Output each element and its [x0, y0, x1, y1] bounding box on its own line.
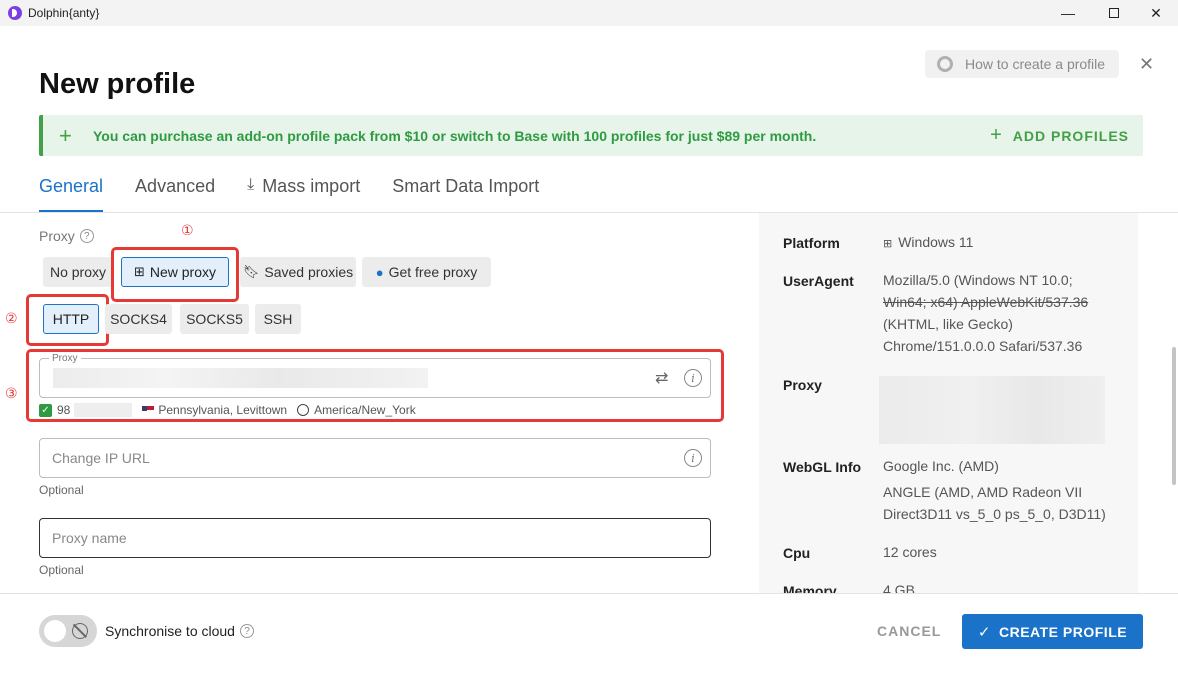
cpu-value: 12 cores [883, 544, 937, 560]
create-profile-button[interactable]: ✓ CREATE PROFILE [962, 614, 1143, 649]
profile-summary-panel: Platform ⊞ Windows 11 UserAgent Mozilla/5… [759, 213, 1138, 593]
proxy-name-placeholder: Proxy name [52, 530, 127, 546]
window-titlebar: Dolphin{anty} — ✕ [0, 0, 1178, 26]
saved-proxies-label: Saved proxies [264, 264, 354, 280]
saved-proxies-button[interactable]: 🔖︎ Saved proxies [240, 257, 356, 287]
windows-icon: ⊞ [883, 238, 893, 250]
platform-value-text: Windows 11 [898, 234, 974, 250]
proxy-section-label: Proxy ? [39, 228, 94, 244]
useragent-line: Chrome/151.0.0.0 Safari/537.36 [883, 338, 1083, 354]
info-icon[interactable]: i [684, 449, 702, 467]
proxy-label-text: Proxy [39, 228, 75, 244]
get-free-proxy-button[interactable]: ● Get free proxy [362, 257, 491, 287]
memory-value: 4 GB [883, 582, 915, 593]
upgrade-banner: + You can purchase an add-on profile pac… [39, 115, 1143, 156]
change-ip-placeholder: Change IP URL [52, 450, 150, 466]
webgl-label: WebGL Info [783, 459, 862, 475]
help-circle-icon[interactable]: ? [79, 229, 94, 243]
type-socks5-button[interactable]: SOCKS5 [180, 304, 249, 334]
annotation-marker-1: ① [181, 222, 194, 238]
dialog-close-button[interactable]: ✕ [1139, 54, 1154, 75]
memory-label: Memory [783, 583, 837, 593]
annotation-box-1 [111, 247, 239, 302]
type-ssh-button[interactable]: SSH [255, 304, 301, 334]
tab-smart-data-import[interactable]: Smart Data Import [392, 172, 539, 212]
sync-label-text: Synchronise to cloud [105, 623, 235, 639]
footer-divider [0, 593, 1178, 594]
platform-label: Platform [783, 235, 840, 251]
maximize-icon [1109, 8, 1119, 18]
toggle-knob [44, 620, 66, 642]
create-profile-label: CREATE PROFILE [999, 623, 1128, 640]
proxy-summary-redacted [879, 376, 1105, 444]
annotation-box-2 [26, 294, 109, 346]
useragent-value: Mozilla/5.0 (Windows NT 10.0; Win64; x64… [883, 269, 1088, 357]
annotation-marker-2: ② [5, 310, 18, 326]
window-title: Dolphin{anty} [28, 6, 100, 20]
no-proxy-button[interactable]: No proxy [43, 257, 113, 287]
annotation-marker-3: ③ [5, 385, 18, 401]
annotation-box-3 [26, 349, 724, 422]
cloud-off-icon [72, 623, 88, 639]
help-circle-icon[interactable]: ? [239, 624, 254, 638]
flame-icon: ● [375, 264, 384, 280]
download-icon: ⤓ [247, 176, 255, 193]
how-to-create-profile-button[interactable]: How to create a profile [925, 50, 1119, 78]
proxy-name-optional-hint: Optional [39, 563, 84, 577]
dolphin-logo-icon [8, 6, 22, 20]
get-free-proxy-label: Get free proxy [388, 264, 478, 280]
help-button-label: How to create a profile [965, 56, 1106, 72]
webgl-vendor: Google Inc. (AMD) [883, 458, 999, 474]
bookmark-icon: 🔖︎ [242, 264, 260, 279]
cancel-button[interactable]: CANCEL [877, 623, 941, 639]
change-ip-optional-hint: Optional [39, 483, 84, 497]
tab-mass-import-label: Mass import [262, 176, 361, 196]
platform-value: ⊞ Windows 11 [883, 231, 973, 255]
change-ip-url-input[interactable]: Change IP URL [39, 438, 711, 478]
add-profiles-label: ADD PROFILES [1012, 127, 1129, 144]
page-title: New profile [39, 68, 196, 100]
scrollbar[interactable] [1172, 347, 1176, 485]
tab-advanced[interactable]: Advanced [135, 172, 215, 212]
tab-mass-import[interactable]: ⤓ Mass import [247, 172, 360, 212]
banner-text: You can purchase an add-on profile pack … [93, 127, 817, 144]
add-profiles-button[interactable]: + ADD PROFILES [990, 115, 1129, 156]
webgl-renderer: Direct3D11 vs_5_0 ps_5_0, D3D11) [883, 506, 1106, 522]
useragent-line: Win64; x64) AppleWebKit/537.36 [883, 294, 1089, 310]
cpu-label: Cpu [783, 545, 811, 561]
profile-tabs: General Advanced ⤓ Mass import Smart Data… [39, 172, 571, 212]
sync-to-cloud-toggle[interactable] [39, 615, 97, 647]
webgl-value: Google Inc. (AMD) ANGLE (AMD, AMD Radeon… [883, 455, 1106, 525]
sync-label: Synchronise to cloud ? [105, 623, 254, 639]
checkmark-icon: ✓ [977, 623, 991, 641]
tab-general[interactable]: General [39, 172, 104, 212]
maximize-button[interactable] [1091, 0, 1137, 26]
type-socks4-button[interactable]: SOCKS4 [105, 304, 172, 334]
useragent-line: (KHTML, like Gecko) [883, 316, 1013, 332]
proxy-summary-label: Proxy [783, 377, 822, 393]
minimize-button[interactable]: — [1045, 0, 1091, 26]
useragent-line: Mozilla/5.0 (Windows NT 10.0; [883, 272, 1073, 288]
plus-icon: + [990, 124, 1003, 146]
window-close-button[interactable]: ✕ [1133, 0, 1178, 26]
webgl-renderer: ANGLE (AMD, AMD Radeon VII [883, 484, 1083, 500]
plus-icon: + [59, 122, 72, 148]
useragent-label: UserAgent [783, 273, 854, 289]
proxy-name-input[interactable]: Proxy name [39, 518, 711, 558]
lifebuoy-icon [937, 56, 953, 72]
